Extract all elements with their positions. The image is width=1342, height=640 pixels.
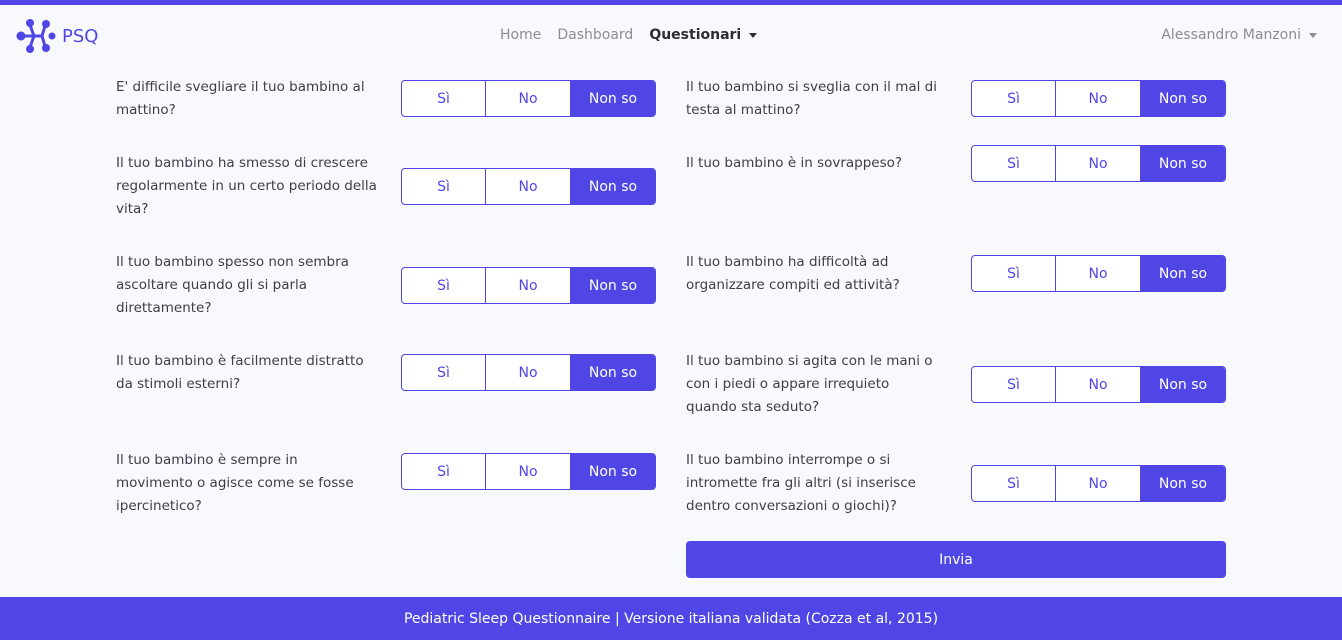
answer-no-button[interactable]: No	[1056, 367, 1141, 402]
nav-dashboard[interactable]: Dashboard	[557, 27, 633, 43]
question-text: Il tuo bambino spesso non sembra ascolta…	[116, 254, 349, 316]
question-text: E' difficile svegliare il tuo bambino al…	[116, 79, 365, 118]
answer-unknown-button[interactable]: Non so	[1141, 146, 1225, 181]
question-text: Il tuo bambino è in sovrappeso?	[686, 155, 903, 171]
answer-unknown-button[interactable]: Non so	[571, 454, 655, 489]
answer-unknown-button[interactable]: Non so	[1141, 81, 1225, 116]
answer-group: Sì No Non so	[971, 255, 1226, 292]
question-text: Il tuo bambino ha smesso di crescere reg…	[116, 155, 377, 217]
question-text: Il tuo bambino è sempre in movimento o a…	[116, 452, 354, 514]
answer-no-button[interactable]: No	[486, 169, 571, 204]
answer-group: Sì No Non so	[401, 168, 656, 205]
footer: Pediatric Sleep Questionnaire | Versione…	[0, 597, 1342, 640]
answer-group: Sì No Non so	[401, 453, 656, 490]
question-text: Il tuo bambino ha difficoltà ad organizz…	[686, 254, 900, 293]
footer-text: Pediatric Sleep Questionnaire | Versione…	[403, 610, 939, 627]
answer-yes-button[interactable]: Sì	[402, 268, 486, 303]
answer-yes-button[interactable]: Sì	[972, 367, 1056, 402]
question-text: Il tuo bambino si sveglia con il mal di …	[686, 79, 937, 118]
answer-no-button[interactable]: No	[486, 454, 571, 489]
answer-group: Sì No Non so	[401, 267, 656, 304]
answer-yes-button[interactable]: Sì	[972, 466, 1056, 501]
chevron-down-icon	[749, 32, 758, 38]
answer-unknown-button[interactable]: Non so	[571, 268, 655, 303]
answer-unknown-button[interactable]: Non so	[1141, 466, 1225, 501]
brand[interactable]: PSQ	[16, 18, 98, 54]
answer-group: Sì No Non so	[971, 145, 1226, 182]
question-text: Il tuo bambino è facilmente distratto da…	[116, 353, 364, 392]
question-text: Il tuo bambino si agita con le mani o co…	[686, 353, 933, 415]
answer-group: Sì No Non so	[971, 80, 1226, 117]
nav-questionari-dropdown[interactable]: Questionari	[649, 27, 758, 43]
answer-group: Sì No Non so	[401, 80, 656, 117]
answer-yes-button[interactable]: Sì	[402, 355, 486, 390]
answer-yes-button[interactable]: Sì	[402, 169, 486, 204]
answer-no-button[interactable]: No	[1056, 146, 1141, 181]
navbar: PSQ Home Dashboard Questionari Alessandr…	[0, 5, 1342, 67]
answer-yes-button[interactable]: Sì	[972, 81, 1056, 116]
answer-no-button[interactable]: No	[1056, 81, 1141, 116]
question-text: Il tuo bambino interrompe o si intromett…	[686, 452, 916, 514]
nav-questionari-label: Questionari	[649, 27, 742, 43]
answer-no-button[interactable]: No	[486, 355, 571, 390]
answer-yes-button[interactable]: Sì	[972, 146, 1056, 181]
answer-group: Sì No Non so	[401, 354, 656, 391]
answer-yes-button[interactable]: Sì	[972, 256, 1056, 291]
molecule-logo-icon	[16, 18, 56, 54]
answer-group: Sì No Non so	[971, 366, 1226, 403]
answer-unknown-button[interactable]: Non so	[1141, 367, 1225, 402]
answer-group: Sì No Non so	[971, 465, 1226, 502]
answer-no-button[interactable]: No	[1056, 466, 1141, 501]
answer-no-button[interactable]: No	[486, 81, 571, 116]
answer-unknown-button[interactable]: Non so	[571, 355, 655, 390]
answer-no-button[interactable]: No	[486, 268, 571, 303]
main-nav: Home Dashboard Questionari	[500, 27, 758, 43]
submit-button[interactable]: Invia	[686, 541, 1226, 578]
answer-unknown-button[interactable]: Non so	[571, 169, 655, 204]
answer-yes-button[interactable]: Sì	[402, 81, 486, 116]
answer-unknown-button[interactable]: Non so	[1141, 256, 1225, 291]
chevron-down-icon	[1309, 32, 1317, 38]
user-menu[interactable]: Alessandro Manzoni	[1161, 27, 1317, 43]
user-name: Alessandro Manzoni	[1161, 27, 1301, 43]
nav-home[interactable]: Home	[500, 27, 541, 43]
answer-no-button[interactable]: No	[1056, 256, 1141, 291]
brand-name: PSQ	[62, 25, 99, 47]
answer-yes-button[interactable]: Sì	[402, 454, 486, 489]
answer-unknown-button[interactable]: Non so	[571, 81, 655, 116]
